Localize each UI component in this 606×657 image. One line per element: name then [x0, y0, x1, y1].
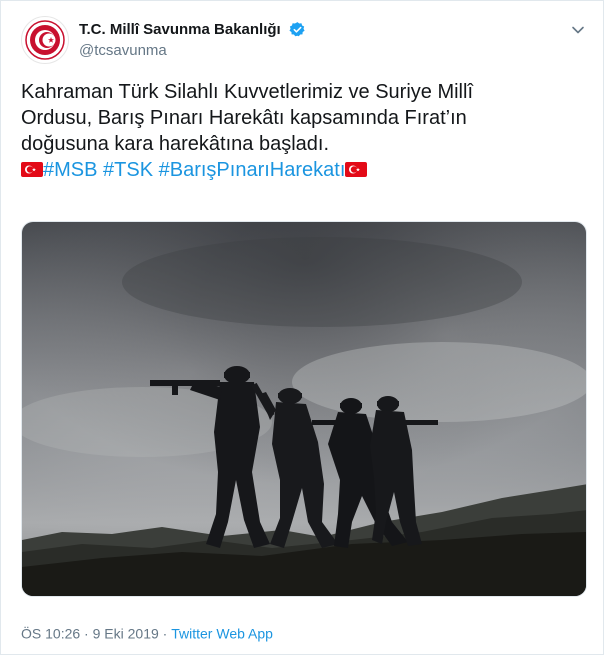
tweet-text-line: doğusuna kara harekâtına başladı.	[21, 133, 329, 155]
account-handle[interactable]: @tcsavunma	[79, 42, 306, 59]
hashtag-baris-pinari-harekati[interactable]: #BarışPınarıHarekatı	[159, 159, 346, 181]
account-display-name[interactable]: T.C. Millî Savunma Bakanlığı	[79, 21, 281, 38]
tweet-time[interactable]: ÖS 10:26	[21, 625, 80, 641]
more-options-button[interactable]	[567, 19, 589, 41]
tweet-text: Kahraman Türk Silahlı Kuvvetlerimiz ve S…	[21, 79, 591, 183]
separator: ·	[162, 625, 168, 642]
ministry-emblem-icon	[25, 20, 65, 60]
hashtag-tsk[interactable]: #TSK	[103, 159, 153, 181]
tweet-photo[interactable]	[21, 221, 587, 597]
verified-badge-icon	[289, 22, 305, 37]
tweet-meta: ÖS 10:26 · 9 Eki 2019 · Twitter Web App	[21, 624, 273, 641]
tweet-date[interactable]: 9 Eki 2019	[93, 625, 159, 641]
avatar[interactable]	[21, 16, 69, 64]
hashtag-line: #MSB #TSK #BarışPınarıHarekatı	[21, 157, 591, 183]
tweet-text-line: Ordusu, Barış Pınarı Harekâtı kapsamında…	[21, 107, 467, 129]
chevron-down-icon	[572, 26, 584, 34]
separator: ·	[84, 625, 89, 642]
tweet-text-line: Kahraman Türk Silahlı Kuvvetlerimiz ve S…	[21, 81, 474, 103]
soldiers-silhouette-photo	[22, 222, 586, 596]
hashtag-msb[interactable]: #MSB	[43, 159, 97, 181]
turkish-flag-icon	[345, 162, 368, 177]
tweet-card: T.C. Millî Savunma Bakanlığı @tcsavunma …	[0, 0, 604, 655]
tweet-source-link[interactable]: Twitter Web App	[171, 625, 273, 641]
turkish-flag-icon	[21, 162, 43, 177]
